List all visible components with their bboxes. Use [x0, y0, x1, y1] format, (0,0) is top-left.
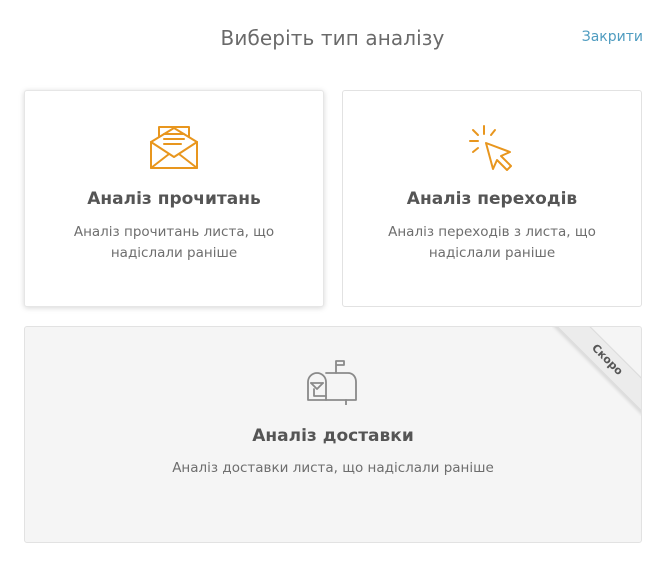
- cursor-click-icon: [469, 125, 512, 171]
- analysis-type-modal: Виберіть тип аналізу Закрити Аналіз проч…: [0, 0, 665, 566]
- card-opens-analysis[interactable]: Аналіз прочитань Аналіз прочитань листа,…: [24, 90, 324, 307]
- card-opens-description: Аналіз прочитань листа, що надіслали ран…: [73, 224, 275, 261]
- card-delivery-analysis: Аналіз доставки Аналіз доставки листа, щ…: [24, 326, 642, 543]
- card-clicks-analysis[interactable]: Аналіз переходів Аналіз переходів з лист…: [342, 90, 642, 307]
- close-link[interactable]: Закрити: [582, 29, 643, 45]
- coming-soon-ribbon: Скоро: [552, 327, 641, 416]
- card-delivery-description: Аналіз доставки листа, що надіслали рані…: [172, 460, 494, 476]
- card-clicks-title: Аналіз переходів: [406, 189, 578, 209]
- card-opens-title: Аналіз прочитань: [87, 189, 261, 209]
- modal-title: Виберіть тип аналізу: [220, 26, 445, 50]
- coming-soon-badge: Скоро: [552, 327, 641, 415]
- card-clicks-description: Аналіз переходів з листа, що надіслали р…: [388, 224, 596, 261]
- mailbox-icon: [307, 360, 357, 405]
- open-envelope-icon: [150, 126, 198, 169]
- card-delivery-title: Аналіз доставки: [252, 426, 414, 446]
